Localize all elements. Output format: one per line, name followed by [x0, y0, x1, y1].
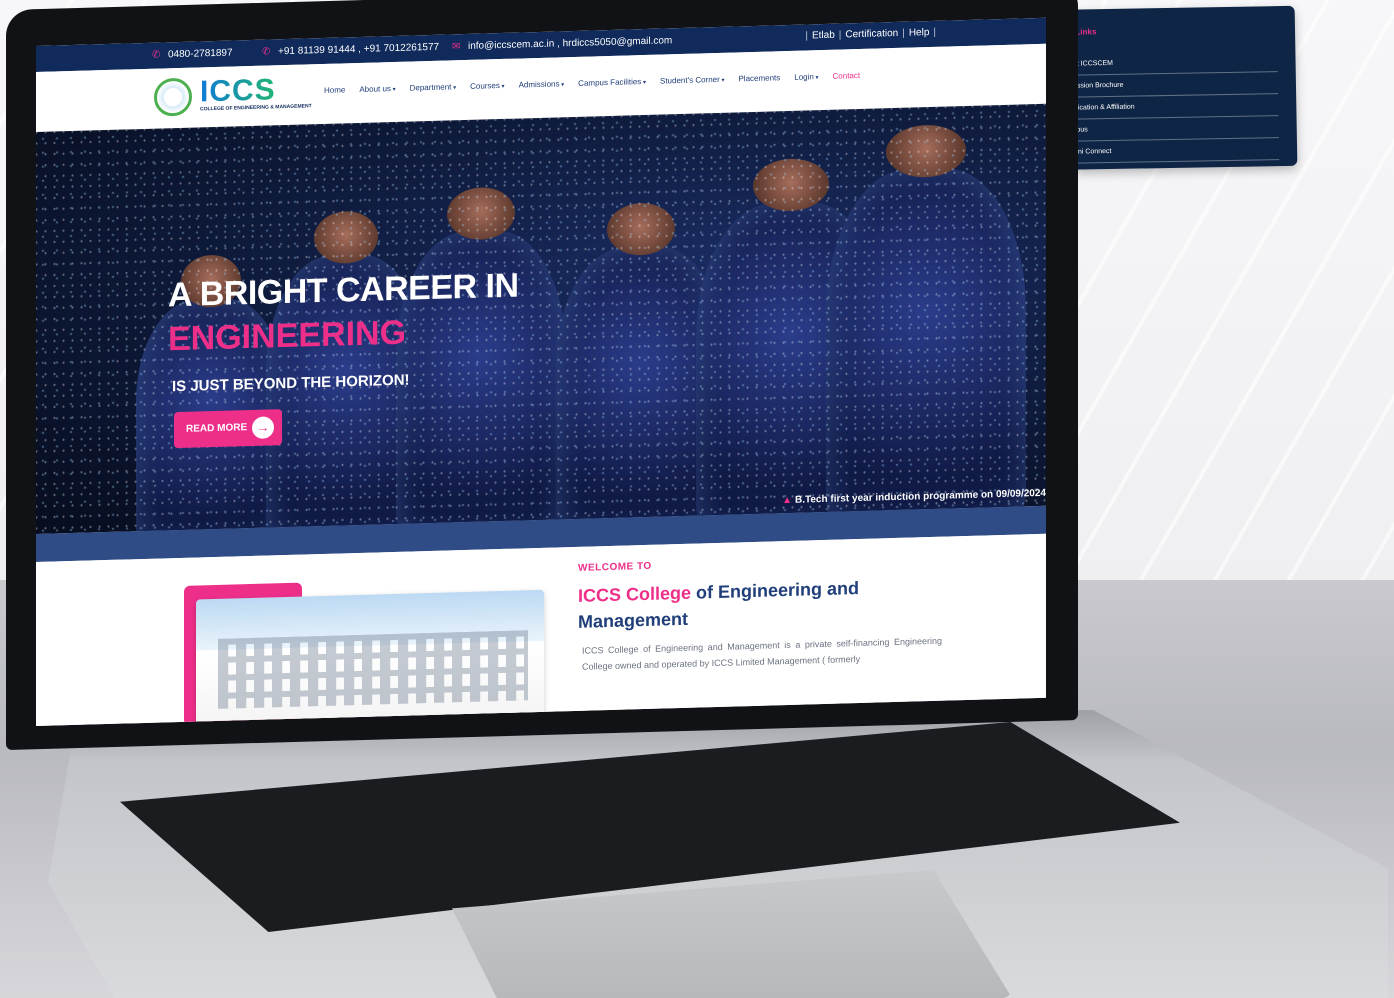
nav-placements[interactable]: Placements — [738, 73, 780, 83]
quick-links-list: »About ICCSCEM »Admission Brochure »Cert… — [1053, 50, 1280, 164]
welcome-title-highlight: ICCS College — [578, 582, 692, 606]
site-logo[interactable]: ICCS COLLEGE OF ENGINEERING & MANAGEMENT — [154, 72, 314, 120]
welcome-section: WELCOME TO ICCS College of Engineering a… — [36, 533, 1046, 726]
divider: | — [805, 30, 808, 42]
divider: | — [902, 27, 905, 39]
nav-menu: Home About us Department Courses Admissi… — [324, 71, 860, 95]
divider: | — [933, 26, 936, 38]
help-link[interactable]: Help — [909, 27, 930, 39]
welcome-paragraph: ICCS College of Engineering and Manageme… — [582, 635, 942, 672]
welcome-title: ICCS College of Engineering and Manageme… — [578, 574, 908, 635]
hero-heading-line2: ENGINEERING — [168, 313, 407, 359]
campus-building-image — [196, 589, 544, 726]
phone-icon: ✆ — [262, 45, 271, 58]
certification-link[interactable]: Certification — [845, 28, 898, 40]
nav-login[interactable]: Login — [794, 72, 818, 82]
nav-home[interactable]: Home — [324, 85, 345, 95]
bell-icon: ▲ — [782, 494, 792, 507]
mail-icon: ✉ — [452, 40, 461, 52]
divider: | — [838, 29, 842, 41]
hero-banner: A BRIGHT CAREER IN ENGINEERING IS JUST B… — [36, 103, 1046, 534]
phone1-text[interactable]: 0480-2781897 — [168, 48, 233, 61]
read-more-label: READ MORE — [186, 422, 248, 435]
nav-about[interactable]: About us — [359, 84, 395, 94]
top-links: | Etlab | Certification | Help | — [805, 27, 936, 42]
phone-icon: ✆ — [152, 49, 161, 61]
college-seal-icon — [154, 77, 192, 117]
nav-students-corner[interactable]: Student's Corner — [660, 75, 724, 86]
campus-image-block — [184, 576, 544, 726]
laptop-screen: ✆ 0480-2781897 ✆ +91 81139 91444 , +91 7… — [36, 17, 1046, 726]
nav-department[interactable]: Department — [410, 82, 456, 92]
quick-link-alumni[interactable]: »Alumni Connect — [1054, 138, 1280, 164]
email-text[interactable]: info@iccscem.ac.in , hrdiccs5050@gmail.c… — [468, 35, 672, 52]
nav-contact[interactable]: Contact — [833, 71, 861, 81]
nav-courses[interactable]: Courses — [470, 81, 504, 91]
phone2-group: ✆ +91 81139 91444 , +91 7012261577 — [262, 42, 439, 58]
welcome-label: WELCOME TO — [578, 560, 652, 574]
phone2-text[interactable]: +91 81139 91444 , +91 7012261577 — [278, 42, 439, 57]
nav-campus-facilities[interactable]: Campus Facilities — [578, 77, 646, 88]
phone1-group: ✆ 0480-2781897 — [152, 48, 233, 61]
etlab-link[interactable]: Etlab — [812, 30, 835, 42]
read-more-button[interactable]: READ MORE → — [174, 409, 282, 449]
email-group: ✉ info@iccscem.ac.in , hrdiccs5050@gmail… — [452, 35, 672, 52]
arrow-right-icon: → — [252, 416, 274, 439]
nav-admissions[interactable]: Admissions — [519, 79, 565, 89]
building-windows — [218, 630, 528, 709]
